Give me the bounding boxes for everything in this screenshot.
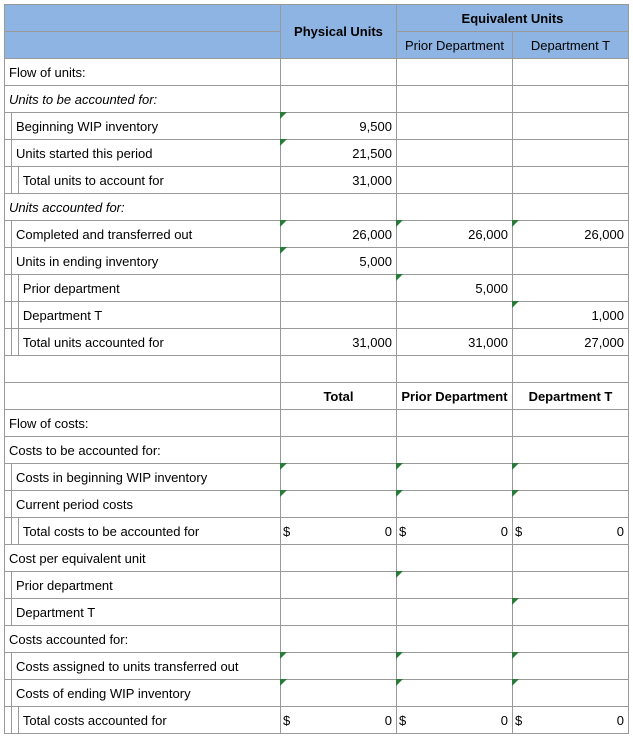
cell-current-period-total[interactable] — [281, 491, 397, 518]
row-costs-ending-wip: Costs of ending WIP inventory — [11, 680, 280, 707]
row-beginning-wip: Beginning WIP inventory — [11, 113, 280, 140]
row-flow-of-costs: Flow of costs: — [5, 410, 281, 437]
cell-total-costs-acc-dt: 0 — [529, 707, 629, 734]
cell-costs-beg-wip-pd[interactable] — [396, 464, 512, 491]
row-costs-assigned: Costs assigned to units transferred out — [11, 653, 280, 680]
col-prior-dept: Prior Department — [396, 32, 512, 59]
row-completed-transferred: Completed and transferred out — [11, 221, 280, 248]
cell-total-costs-tb-total: 0 — [297, 518, 397, 545]
row-total-units-accounted: Total units accounted for — [18, 329, 280, 356]
cell-total-units-to-account-pu: 31,000 — [281, 167, 397, 194]
col-dept-t2: Department T — [512, 383, 628, 410]
row-units-accounted-for: Units accounted for: — [5, 194, 281, 221]
row-dept-t: Department T — [18, 302, 280, 329]
cell-total-units-acc-pd: 31,000 — [396, 329, 512, 356]
cell-total-units-acc-dt: 27,000 — [512, 329, 628, 356]
cell-costs-ending-total[interactable] — [281, 680, 397, 707]
col-equivalent-units: Equivalent Units — [396, 5, 628, 32]
cell-total-units-acc-pu: 31,000 — [281, 329, 397, 356]
row-units-ending: Units in ending inventory — [11, 248, 280, 275]
cell-costs-beg-wip-total[interactable] — [281, 464, 397, 491]
cell-total-costs-acc-pd: 0 — [413, 707, 513, 734]
cost-report-table: Physical Units Equivalent Units Prior De… — [4, 4, 629, 734]
cell-units-ending-pu[interactable]: 5,000 — [281, 248, 397, 275]
col-prior-dept2: Prior Department — [396, 383, 512, 410]
row-costs-to-be-accounted: Costs to be accounted for: — [5, 437, 281, 464]
row-total-units-to-account: Total units to account for — [18, 167, 280, 194]
col-dept-t: Department T — [512, 32, 628, 59]
row-costs-accounted-for: Costs accounted for: — [5, 626, 281, 653]
row-cost-dept-t: Department T — [11, 599, 280, 626]
cell-dept-t-dt[interactable]: 1,000 — [512, 302, 628, 329]
col-physical-units: Physical Units — [281, 5, 397, 59]
row-cost-per-equiv: Cost per equivalent unit — [5, 545, 281, 572]
row-total-costs-accounted: Total costs accounted for — [18, 707, 280, 734]
cell-costs-ending-pd[interactable] — [396, 680, 512, 707]
cell-current-period-pd[interactable] — [396, 491, 512, 518]
cell-total-costs-tb-pd: 0 — [413, 518, 513, 545]
cell-total-costs-tb-dt: 0 — [529, 518, 629, 545]
cell-cost-dept-t-dt[interactable] — [512, 599, 628, 626]
cell-current-period-dt[interactable] — [512, 491, 628, 518]
cell-completed-dt[interactable]: 26,000 — [512, 221, 628, 248]
cell-costs-beg-wip-dt[interactable] — [512, 464, 628, 491]
cell-costs-ending-dt[interactable] — [512, 680, 628, 707]
row-flow-of-units: Flow of units: — [5, 59, 281, 86]
row-costs-beginning-wip: Costs in beginning WIP inventory — [11, 464, 280, 491]
cell-prior-dept-pd[interactable]: 5,000 — [396, 275, 512, 302]
row-units-started: Units started this period — [11, 140, 280, 167]
row-total-costs-to-be: Total costs to be accounted for — [18, 518, 280, 545]
cell-costs-assigned-total[interactable] — [281, 653, 397, 680]
cell-total-costs-acc-total: 0 — [297, 707, 397, 734]
row-units-to-be-accounted: Units to be accounted for: — [5, 86, 281, 113]
row-prior-dept: Prior department — [18, 275, 280, 302]
cell-costs-assigned-dt[interactable] — [512, 653, 628, 680]
cell-completed-pu[interactable]: 26,000 — [281, 221, 397, 248]
cell-completed-pd[interactable]: 26,000 — [396, 221, 512, 248]
row-cost-prior-dept: Prior department — [11, 572, 280, 599]
cell-costs-assigned-pd[interactable] — [396, 653, 512, 680]
row-current-period-costs: Current period costs — [11, 491, 280, 518]
cell-units-started-pu[interactable]: 21,500 — [281, 140, 397, 167]
cell-beginning-wip-pu[interactable]: 9,500 — [281, 113, 397, 140]
col-total: Total — [281, 383, 397, 410]
cell-cost-prior-dept-pd[interactable] — [396, 572, 512, 599]
